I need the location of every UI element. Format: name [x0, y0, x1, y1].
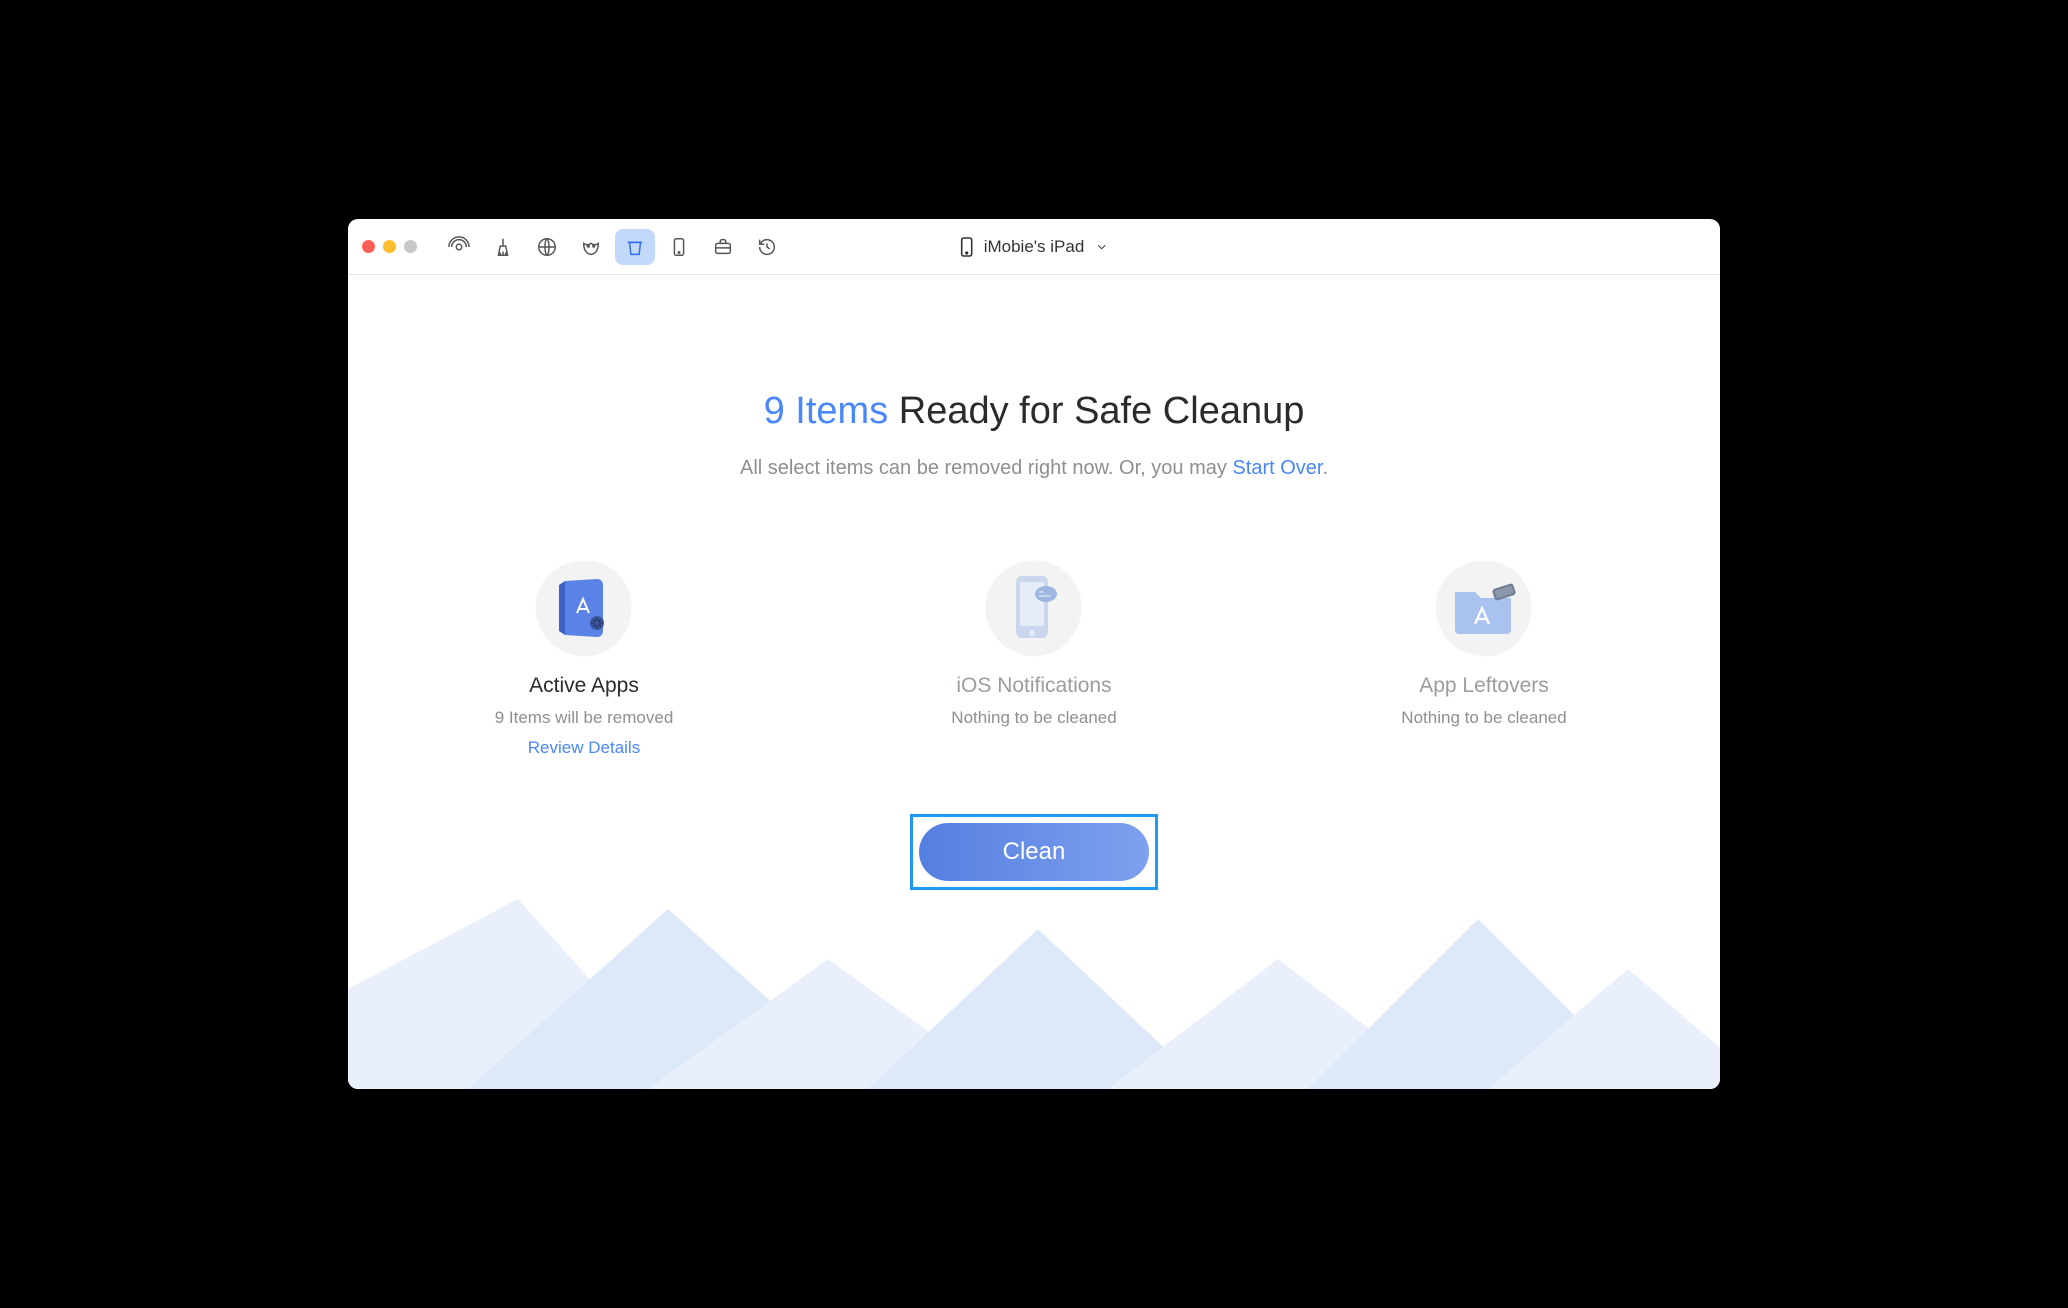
card-active-apps: Active Apps 9 Items will be removed Revi… [454, 560, 714, 758]
chevron-down-icon [1094, 240, 1108, 254]
maximize-window-button[interactable] [404, 240, 417, 253]
phone-icon[interactable] [659, 229, 699, 265]
clean-button[interactable]: Clean [919, 823, 1149, 881]
close-window-button[interactable] [362, 240, 375, 253]
window-controls [362, 240, 417, 253]
airplay-icon[interactable] [439, 229, 479, 265]
card-ios-notifications: iOS Notifications Nothing to be cleaned [904, 560, 1164, 758]
toolbar [439, 229, 787, 265]
device-picker[interactable]: iMobie's iPad [960, 237, 1109, 257]
briefcase-icon[interactable] [703, 229, 743, 265]
headline-rest: Ready for Safe Cleanup [888, 390, 1304, 432]
card-title: iOS Notifications [904, 674, 1164, 698]
review-details-link[interactable]: Review Details [528, 738, 640, 757]
card-subtitle: 9 Items will be removed [454, 708, 714, 728]
app-window: iMobie's iPad 9 Items Ready for Safe Cle… [348, 219, 1720, 1089]
item-count: 9 Items [764, 390, 889, 432]
subtitle-prefix: All select items can be removed right no… [740, 457, 1232, 479]
trash-icon[interactable] [615, 229, 655, 265]
card-subtitle: Nothing to be cleaned [904, 708, 1164, 728]
subtitle-suffix: . [1322, 457, 1328, 479]
minimize-window-button[interactable] [383, 240, 396, 253]
card-title: App Leftovers [1354, 674, 1614, 698]
active-apps-icon [516, 540, 652, 676]
globe-icon[interactable] [527, 229, 567, 265]
device-icon [960, 237, 974, 257]
category-cards: Active Apps 9 Items will be removed Revi… [348, 560, 1720, 758]
subtitle: All select items can be removed right no… [348, 457, 1720, 480]
broom-icon[interactable] [483, 229, 523, 265]
page-title: 9 Items Ready for Safe Cleanup [348, 390, 1720, 433]
mask-icon[interactable] [571, 229, 611, 265]
card-title: Active Apps [454, 674, 714, 698]
clean-button-highlight: Clean [910, 814, 1158, 890]
device-name: iMobie's iPad [984, 237, 1085, 257]
card-app-leftovers: App Leftovers Nothing to be cleaned [1354, 560, 1614, 758]
history-icon[interactable] [747, 229, 787, 265]
card-subtitle: Nothing to be cleaned [1354, 708, 1614, 728]
app-leftovers-icon [1416, 540, 1552, 676]
decorative-mountains [348, 899, 1720, 1089]
ios-notifications-icon [966, 540, 1102, 676]
titlebar: iMobie's iPad [348, 219, 1720, 275]
start-over-link[interactable]: Start Over [1232, 457, 1322, 479]
main-content: 9 Items Ready for Safe Cleanup All selec… [348, 275, 1720, 1089]
